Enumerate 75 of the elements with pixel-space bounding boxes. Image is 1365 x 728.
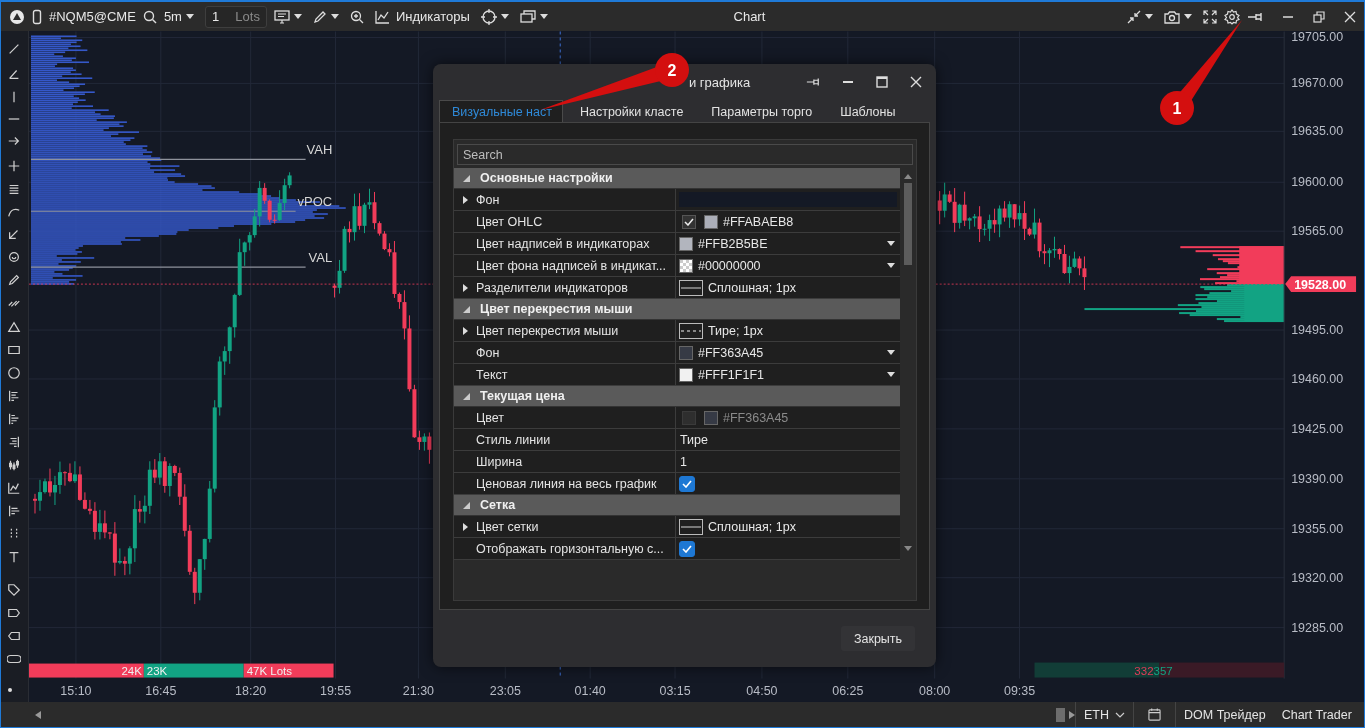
property-label: Фон <box>476 192 500 207</box>
property-label: Разделители индикаторов <box>476 280 628 295</box>
time-label: 01:40 <box>574 683 606 698</box>
price-label: 19705.00 <box>1291 31 1344 45</box>
time-label: 04:50 <box>746 683 778 698</box>
property-label: Цвет <box>476 410 504 425</box>
property-label: Стиль линии <box>476 432 551 447</box>
price-label: 19670.00 <box>1291 76 1344 91</box>
color-value: #FFF1F1F1 <box>698 367 764 382</box>
tab[interactable]: Параметры торго <box>698 100 824 122</box>
group-title: Сетка <box>480 498 516 512</box>
price-label: 19495.00 <box>1291 323 1344 338</box>
time-label: 16:45 <box>145 683 177 698</box>
color-value: #FFB2B5BE <box>698 236 768 251</box>
group-header[interactable]: Основные настройки <box>454 168 900 189</box>
delta-bar: 332357 <box>1034 662 1285 678</box>
property-label: Цвет сетки <box>476 519 539 534</box>
price-label: 19285.00 <box>1291 620 1344 635</box>
window-title: Chart <box>732 9 767 24</box>
line-style-value: Сплошная; 1px <box>708 519 796 534</box>
line-style-value: Сплошная; 1px <box>708 280 796 295</box>
property-value[interactable]: Тире <box>679 432 708 447</box>
status-button[interactable]: DOM Трейдер <box>1175 702 1274 727</box>
price-label: 19635.00 <box>1291 124 1344 139</box>
timeframe-label[interactable]: 5m <box>163 9 182 24</box>
time-label: 06:25 <box>832 683 864 698</box>
time-label: 03:15 <box>659 683 691 698</box>
property-label: Ширина <box>476 454 523 469</box>
time-label: 19:55 <box>319 683 352 698</box>
time-label: 23:05 <box>489 683 521 698</box>
profile-label: VAL <box>308 250 333 266</box>
status-button[interactable]: Chart Trader <box>1273 702 1360 727</box>
property-value[interactable]: 1 <box>679 454 687 469</box>
session-dropdown[interactable]: ETH <box>1075 702 1133 727</box>
property-label: Цвет фона надписей в индикат... <box>476 258 667 273</box>
property-label: Ценовая линия на весь график <box>476 476 657 491</box>
search-field[interactable]: Search <box>457 144 913 165</box>
price-label: 19600.00 <box>1291 175 1344 190</box>
group-title: Основные настройки <box>480 171 613 185</box>
close-button[interactable]: Закрыть <box>841 626 915 651</box>
color-value: #FF363A45 <box>698 345 764 360</box>
indicators-button[interactable]: Индикаторы <box>370 9 474 24</box>
property-label: Отображать горизонтальную с... <box>476 541 664 556</box>
group-header[interactable]: Текущая цена <box>454 386 900 407</box>
price-label: 19425.00 <box>1291 421 1344 436</box>
property-label: Цвет OHLC <box>476 214 543 229</box>
property-label: Цвет перекрестия мыши <box>476 323 619 338</box>
time-label: 18:20 <box>235 683 267 698</box>
price-label: 19390.00 <box>1291 471 1344 486</box>
property-label: Текст <box>476 367 508 382</box>
color-value: #00000000 <box>698 258 761 273</box>
quantity-field[interactable]: 1 Lots <box>204 5 267 28</box>
price-label: 19355.00 <box>1291 521 1344 536</box>
group-header[interactable]: Сетка <box>454 495 900 516</box>
line-style-value: Тире; 1px <box>708 323 764 338</box>
tab[interactable]: Шаблоны <box>827 100 907 122</box>
property-label: Фон <box>476 345 500 360</box>
symbol-label[interactable]: #NQM5@CME <box>49 9 136 24</box>
time-label: 21:30 <box>402 683 434 698</box>
group-header[interactable]: Цвет перекрестия мыши <box>454 299 900 320</box>
color-value: #FF363A45 <box>723 410 789 425</box>
current-price-tag: 19528.00 <box>1285 276 1356 293</box>
group-title: Цвет перекрестия мыши <box>480 302 633 316</box>
price-label: 19565.00 <box>1291 224 1344 239</box>
time-label: 15:10 <box>60 683 92 698</box>
color-value: #FFABAEB8 <box>723 214 794 229</box>
group-title: Текущая цена <box>480 389 565 403</box>
time-label: 08:00 <box>919 683 951 698</box>
property-label: Цвет надписей в индикаторах <box>476 236 650 251</box>
time-label: 09:35 <box>1003 683 1036 698</box>
dialog-title: и графика <box>689 75 751 90</box>
profile-label: VAH <box>306 142 333 158</box>
price-label: 19320.00 <box>1291 570 1344 585</box>
price-label: 19460.00 <box>1291 372 1344 386</box>
tab[interactable]: Визуальные наст <box>439 100 563 122</box>
